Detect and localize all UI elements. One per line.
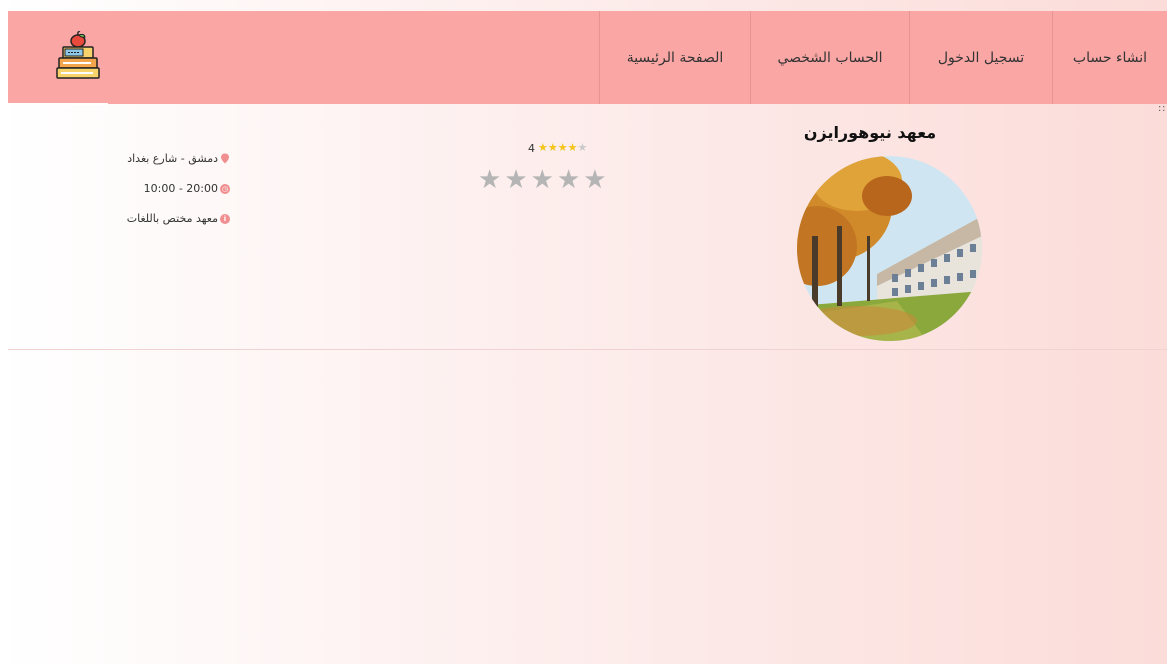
nav-login[interactable]: تسجيل الدخول — [909, 11, 1052, 104]
rate-star-2-icon[interactable]: ★ — [504, 166, 527, 194]
rate-star-1-icon[interactable]: ★ — [478, 166, 501, 194]
rating-stars: ★ ★ ★ ★ ★ — [538, 141, 587, 155]
nav-home[interactable]: الصفحة الرئيسية — [599, 11, 750, 104]
user-rating-input[interactable]: ★ ★ ★ ★ ★ — [478, 166, 607, 194]
rating-summary: 4 ★ ★ ★ ★ ★ — [528, 141, 587, 155]
hours-info: 10:00 - 20:00 ◷ — [90, 182, 230, 195]
star-filled-icon: ★ — [567, 141, 578, 154]
institute-name: معهد نيوهورايزن — [803, 123, 937, 142]
card-divider — [8, 349, 1167, 350]
rate-star-3-icon[interactable]: ★ — [531, 166, 554, 194]
clock-icon: ◷ — [220, 183, 230, 194]
nav-signup[interactable]: انشاء حساب — [1052, 11, 1167, 104]
info-icon: i — [220, 213, 230, 224]
grip-icon[interactable]: ∷ — [1159, 105, 1165, 115]
rate-star-4-icon[interactable]: ★ — [557, 166, 580, 194]
location-info: دمشق - شارع بغداد — [90, 152, 230, 165]
description-info: معهد مختص باللغات i — [90, 212, 230, 225]
star-filled-icon: ★ — [538, 141, 548, 154]
rate-star-5-icon[interactable]: ★ — [583, 166, 606, 194]
institute-photo — [797, 156, 982, 341]
nav-profile[interactable]: الحساب الشخصي — [750, 11, 909, 104]
nav-active-underline — [8, 103, 108, 105]
books-apple-icon[interactable] — [53, 30, 103, 83]
rating-value: 4 — [528, 141, 535, 155]
star-filled-icon: ★ — [557, 141, 568, 154]
location-text: دمشق - شارع بغداد — [127, 152, 218, 165]
top-navbar: انشاء حساب تسجيل الدخول الحساب الشخصي ال… — [8, 11, 1167, 104]
star-filled-icon: ★ — [547, 141, 558, 154]
location-pin-icon — [221, 153, 229, 164]
hours-text: 10:00 - 20:00 — [143, 182, 218, 195]
star-empty-icon: ★ — [577, 141, 588, 154]
description-text: معهد مختص باللغات — [126, 212, 218, 225]
